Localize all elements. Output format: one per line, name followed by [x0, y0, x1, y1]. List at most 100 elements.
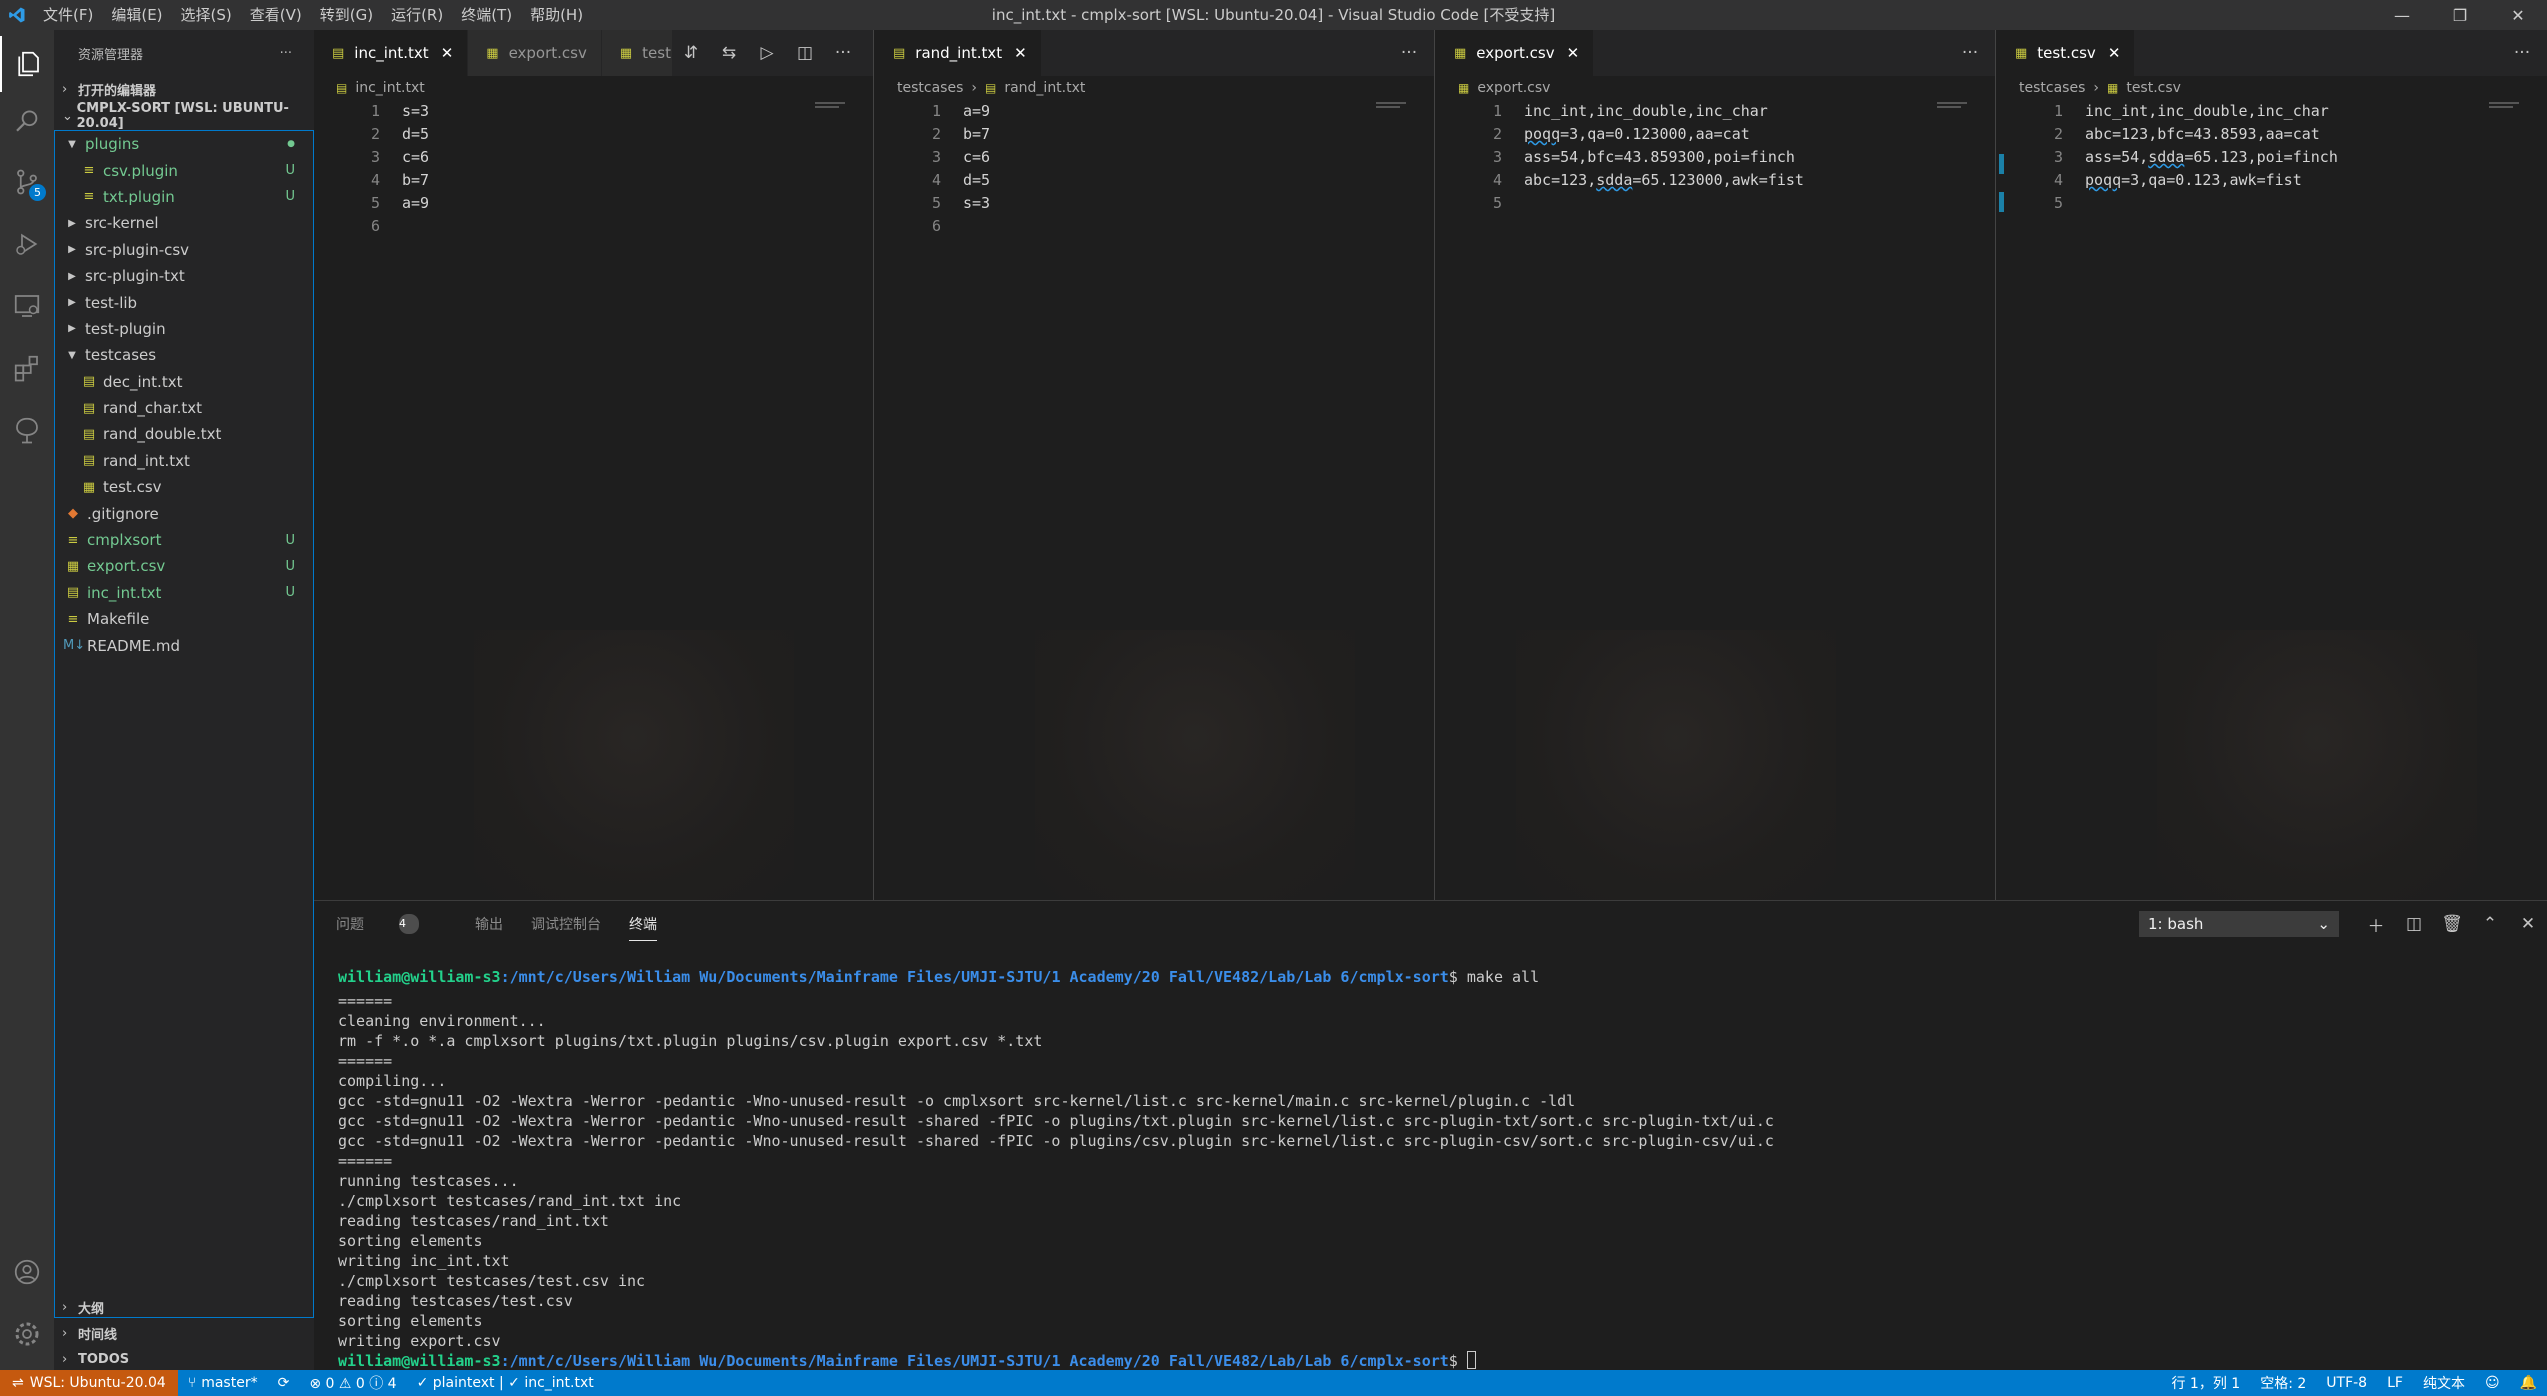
notifications-bell-icon[interactable]: 🔔 — [2510, 1375, 2547, 1391]
kill-terminal-icon[interactable]: 🗑 — [2433, 914, 2471, 934]
minimap[interactable] — [815, 100, 855, 114]
split-terminal-icon[interactable]: ◫ — [2395, 914, 2433, 934]
editor-tab[interactable]: ▤ rand_int.txt ✕ — [875, 30, 1042, 76]
more-actions-icon[interactable]: ··· — [2503, 43, 2541, 63]
tree-item-cmplxsort[interactable]: ≡ cmplxsort U — [55, 527, 313, 553]
tree-item-rand-int-txt[interactable]: ▤ rand_int.txt — [55, 448, 313, 474]
menu-item-5[interactable]: 运行(R) — [382, 0, 452, 30]
sync-icon[interactable]: ⟳ — [268, 1375, 300, 1391]
tree-item-readme-md[interactable]: M↓ README.md — [55, 632, 313, 658]
source-control-icon[interactable]: 5 — [0, 154, 54, 210]
code-editor[interactable]: 1 a=9 2 b=7 3 c=6 4 d=5 5 s=3 6 — [875, 100, 1434, 238]
tab-output[interactable]: 输出 — [475, 914, 503, 934]
menu-item-3[interactable]: 查看(V) — [241, 0, 311, 30]
tree-item-plugins[interactable]: ▼ plugins ● — [55, 131, 313, 157]
end-of-line[interactable]: LF — [2377, 1375, 2413, 1391]
search-icon[interactable] — [0, 94, 54, 150]
close-tab-icon[interactable]: ✕ — [441, 44, 454, 62]
tree-item-src-plugin-txt[interactable]: ▶ src-plugin-txt — [55, 263, 313, 289]
problems-indicator[interactable]: ⊗ 0 ⚠ 0 ⓘ 4 — [299, 1373, 406, 1393]
more-actions-icon[interactable]: ··· — [1390, 43, 1428, 63]
editor-tab[interactable]: ▦ export.csv ✕ — [1436, 30, 1595, 76]
new-terminal-icon[interactable]: ＋ — [2357, 912, 2395, 937]
tree-item-test-csv[interactable]: ▦ test.csv — [55, 474, 313, 500]
tree-item-inc-int-txt[interactable]: ▤ inc_int.txt U — [55, 580, 313, 606]
encoding[interactable]: UTF-8 — [2316, 1375, 2377, 1391]
account-icon[interactable] — [0, 1244, 54, 1300]
tree-item-txt-plugin[interactable]: ≡ txt.plugin U — [55, 184, 313, 210]
tree-item-test-plugin[interactable]: ▶ test-plugin — [55, 316, 313, 342]
language-mode[interactable]: 纯文本 — [2413, 1373, 2475, 1393]
tree-item-makefile[interactable]: ≡ Makefile — [55, 606, 313, 632]
run-debug-icon[interactable] — [0, 216, 54, 272]
tab-terminal[interactable]: 终端 — [629, 914, 657, 941]
tab-debug-console[interactable]: 调试控制台 — [531, 914, 601, 934]
breadcrumb-item[interactable]: inc_int.txt — [355, 80, 424, 96]
open-editors-section[interactable]: › 打开的编辑器 — [54, 76, 314, 102]
tree-item-test-lib[interactable]: ▶ test-lib — [55, 289, 313, 315]
minimap[interactable] — [1376, 100, 1416, 114]
tree-item-src-kernel[interactable]: ▶ src-kernel — [55, 210, 313, 236]
tree-item--gitignore[interactable]: ◆ .gitignore — [55, 500, 313, 526]
close-panel-icon[interactable]: ✕ — [2509, 914, 2547, 934]
tree-item-dec-int-txt[interactable]: ▤ dec_int.txt — [55, 369, 313, 395]
tree-icon[interactable] — [0, 402, 54, 458]
menu-item-0[interactable]: 文件(F) — [34, 0, 102, 30]
menu-item-2[interactable]: 选择(S) — [172, 0, 241, 30]
code-editor[interactable]: 1 inc_int,inc_double,inc_char 2 poqq=3,qa=0… — [1436, 100, 1995, 215]
close-window-icon[interactable]: ✕ — [2489, 0, 2547, 30]
terminal-output[interactable]: william@william-s3:/mnt/c/Users/William … — [338, 967, 1774, 1371]
language-check-indicator[interactable]: ✓ plaintext | ✓ inc_int.txt — [407, 1375, 604, 1391]
tree-item-rand-char-txt[interactable]: ▤ rand_char.txt — [55, 395, 313, 421]
tree-item-rand-double-txt[interactable]: ▤ rand_double.txt — [55, 421, 313, 447]
extensions-icon[interactable] — [0, 340, 54, 396]
cursor-position[interactable]: 行 1，列 1 — [2161, 1373, 2250, 1393]
tree-item-export-csv[interactable]: ▦ export.csv U — [55, 553, 313, 579]
close-tab-icon[interactable]: ✕ — [1567, 44, 1580, 62]
minimap[interactable] — [1937, 100, 1977, 114]
more-actions-icon[interactable]: ··· — [280, 46, 292, 61]
tree-item-src-plugin-csv[interactable]: ▶ src-plugin-csv — [55, 237, 313, 263]
breadcrumb-item[interactable]: rand_int.txt — [1004, 80, 1085, 96]
remote-indicator[interactable]: ⇌ WSL: Ubuntu-20.04 — [0, 1370, 178, 1396]
run-icon[interactable]: ▷ — [748, 43, 786, 63]
tree-item-csv-plugin[interactable]: ≡ csv.plugin U — [55, 157, 313, 183]
settings-gear-icon[interactable] — [0, 1306, 54, 1362]
split-editor-icon[interactable]: ◫ — [786, 43, 824, 63]
outline-section[interactable]: › 大纲 — [54, 1294, 314, 1320]
tab-problems[interactable]: 问题 4 — [336, 914, 447, 934]
menu-item-7[interactable]: 帮助(H) — [521, 0, 592, 30]
remote-explorer-icon[interactable] — [0, 278, 54, 334]
maximize-panel-icon[interactable]: ⌃ — [2471, 914, 2509, 934]
close-tab-icon[interactable]: ✕ — [1014, 44, 1027, 62]
menu-item-1[interactable]: 编辑(E) — [102, 0, 171, 30]
menu-item-6[interactable]: 终端(T) — [452, 0, 521, 30]
editor-tab[interactable]: ▦ export.csv — [468, 30, 602, 76]
restore-icon[interactable]: ❐ — [2431, 0, 2489, 30]
explorer-icon[interactable] — [0, 36, 54, 92]
code-editor[interactable]: 1 s=3 2 d=5 3 c=6 4 b=7 5 a=9 6 — [314, 100, 873, 238]
editor-tab[interactable]: ▦ test.csv ✕ — [1997, 30, 2136, 76]
more-actions-icon[interactable]: ··· — [1951, 43, 1989, 63]
todos-section[interactable]: › TODOS — [54, 1346, 314, 1372]
indentation[interactable]: 空格: 2 — [2250, 1373, 2316, 1393]
breadcrumb-item[interactable]: testcases — [897, 80, 963, 96]
minimap[interactable] — [2489, 100, 2529, 114]
breadcrumb-item[interactable]: export.csv — [1477, 80, 1550, 96]
minimize-icon[interactable]: — — [2373, 0, 2431, 30]
workspace-folder-section[interactable]: ⌄ CMPLX-SORT [WSL: UBUNTU-20.04] — [54, 101, 314, 131]
editor-tab[interactable]: ▤ inc_int.txt ✕ — [314, 30, 469, 76]
terminal-select[interactable]: 1: bash ⌄ — [2139, 911, 2339, 937]
close-tab-icon[interactable]: ✕ — [2108, 44, 2121, 62]
branch-indicator[interactable]: ⑂ master* — [178, 1375, 268, 1391]
menu-item-4[interactable]: 转到(G) — [311, 0, 382, 30]
breadcrumb-item[interactable]: testcases — [2019, 80, 2085, 96]
breadcrumb-item[interactable]: test.csv — [2126, 80, 2181, 96]
feedback-icon[interactable]: ☺ — [2475, 1375, 2510, 1391]
more-actions-icon[interactable]: ··· — [824, 43, 862, 63]
code-editor[interactable]: 1 inc_int,inc_double,inc_char 2 abc=123,bfc… — [1997, 100, 2547, 215]
tree-item-testcases[interactable]: ▼ testcases — [55, 342, 313, 368]
compare-icon[interactable]: ⇆ — [710, 43, 748, 63]
open-changes-icon[interactable]: ⇵ — [672, 43, 710, 63]
timeline-section[interactable]: › 时间线 — [54, 1320, 314, 1346]
